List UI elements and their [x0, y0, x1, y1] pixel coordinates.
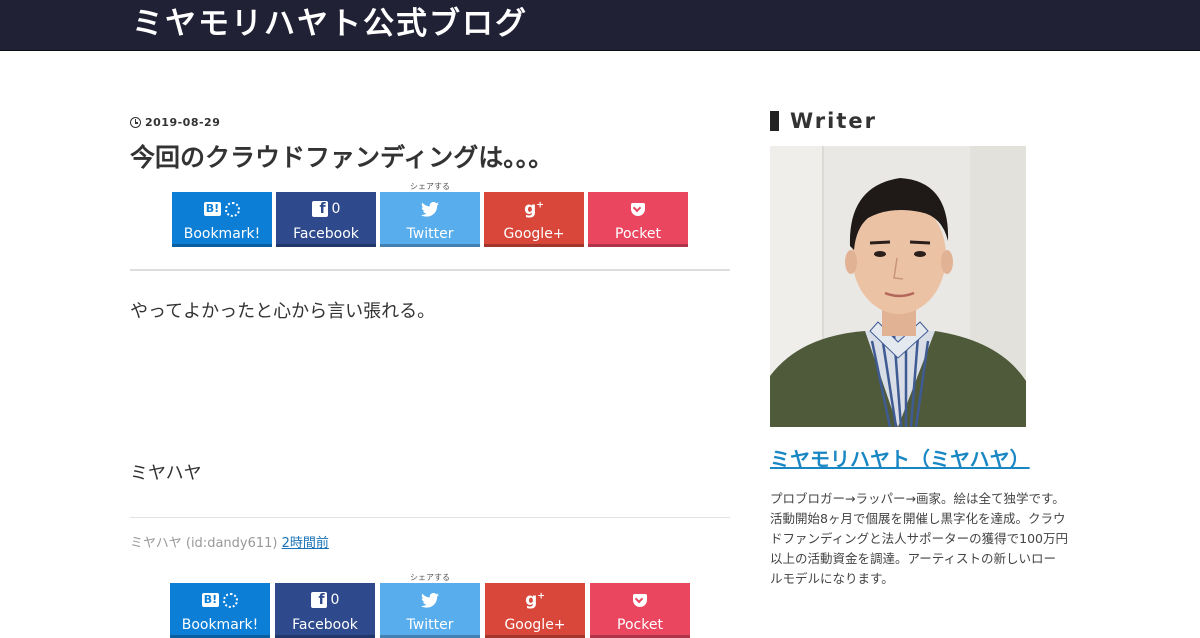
loading-spinner-icon [223, 592, 239, 608]
google-plus-icon: g+ [524, 199, 544, 219]
entry-author: ミヤハヤ (id:dandy611) [130, 536, 278, 551]
share-label: シェアする [410, 573, 450, 582]
author-portrait-image [770, 146, 1026, 427]
author-description: プロブロガー→ラッパー→画家。絵は全て独学です。活動開始8ヶ月で個展を開催し黒字… [770, 491, 1068, 586]
author-name-link[interactable]: ミヤモリハヤト（ミヤハヤ） [770, 445, 1030, 473]
author-photo [770, 146, 1026, 427]
entry-body-line: やってよかったと心から言い張れる。 [130, 301, 436, 322]
site-header: ミヤモリハヤト公式ブログ [0, 0, 1200, 51]
hatena-bookmark-button[interactable]: B! Bookmark! [172, 192, 272, 247]
facebook-share-count: 0 [331, 201, 341, 217]
share-button-label: Pocket [617, 617, 663, 633]
hatena-bookmark-icon: B! [203, 202, 222, 216]
share-button-label: Facebook [293, 226, 359, 242]
share-button-label: Twitter [406, 226, 454, 242]
entry-signature: ミヤハヤ [130, 463, 202, 484]
share-buttons-top: シェアする B! Bookmark! f0 Facebook Twitter g… [130, 181, 730, 247]
widget-title: Writer [790, 109, 877, 133]
share-button-label: Google+ [504, 617, 566, 633]
google-plus-share-button[interactable]: g+ Google+ [484, 192, 584, 247]
pocket-icon [631, 202, 645, 216]
footer-divider [130, 517, 730, 518]
share-buttons-bottom: シェアする B! Bookmark! f0 Facebook Twitter g… [130, 572, 730, 638]
loading-spinner-icon [225, 201, 241, 217]
facebook-share-button[interactable]: f0 Facebook [276, 192, 376, 247]
entry-meta: ミヤハヤ (id:dandy611) 2時間前 [130, 532, 329, 551]
twitter-icon [421, 592, 439, 608]
main-content: 2019-08-29 今回のクラウドファンディングは。。。 シェアする B! B… [130, 50, 730, 638]
content-divider [130, 269, 730, 271]
share-button-label: Bookmark! [181, 617, 259, 633]
share-label: シェアする [410, 182, 450, 191]
share-button-label: Pocket [615, 226, 661, 242]
share-button-label: Twitter [406, 617, 454, 633]
google-plus-icon: g+ [525, 590, 545, 610]
share-button-label: Google+ [503, 226, 565, 242]
twitter-icon [421, 201, 439, 217]
site-title[interactable]: ミヤモリハヤト公式ブログ [132, 2, 528, 46]
facebook-share-count: 0 [330, 592, 340, 608]
entry-permalink[interactable]: 2時間前 [282, 536, 329, 551]
entry-date-text: 2019-08-29 [145, 116, 221, 129]
share-button-label: Bookmark! [183, 226, 261, 242]
facebook-icon: f [310, 592, 327, 608]
sidebar: Writer ミヤモリハヤト（ミヤハヤ） プロブロガー→ラッパー→画家。絵は全て… [770, 50, 1070, 630]
pocket-share-button[interactable]: Pocket [588, 192, 688, 247]
share-button-label: Facebook [292, 617, 358, 633]
facebook-icon: f [311, 201, 328, 217]
clock-icon [130, 117, 141, 128]
pocket-icon [633, 593, 647, 607]
hatena-bookmark-icon: B! [201, 593, 220, 607]
twitter-share-button[interactable]: Twitter [380, 192, 480, 247]
entry-date: 2019-08-29 [130, 116, 220, 129]
entry-title[interactable]: 今回のクラウドファンディングは。。。 [130, 138, 553, 178]
